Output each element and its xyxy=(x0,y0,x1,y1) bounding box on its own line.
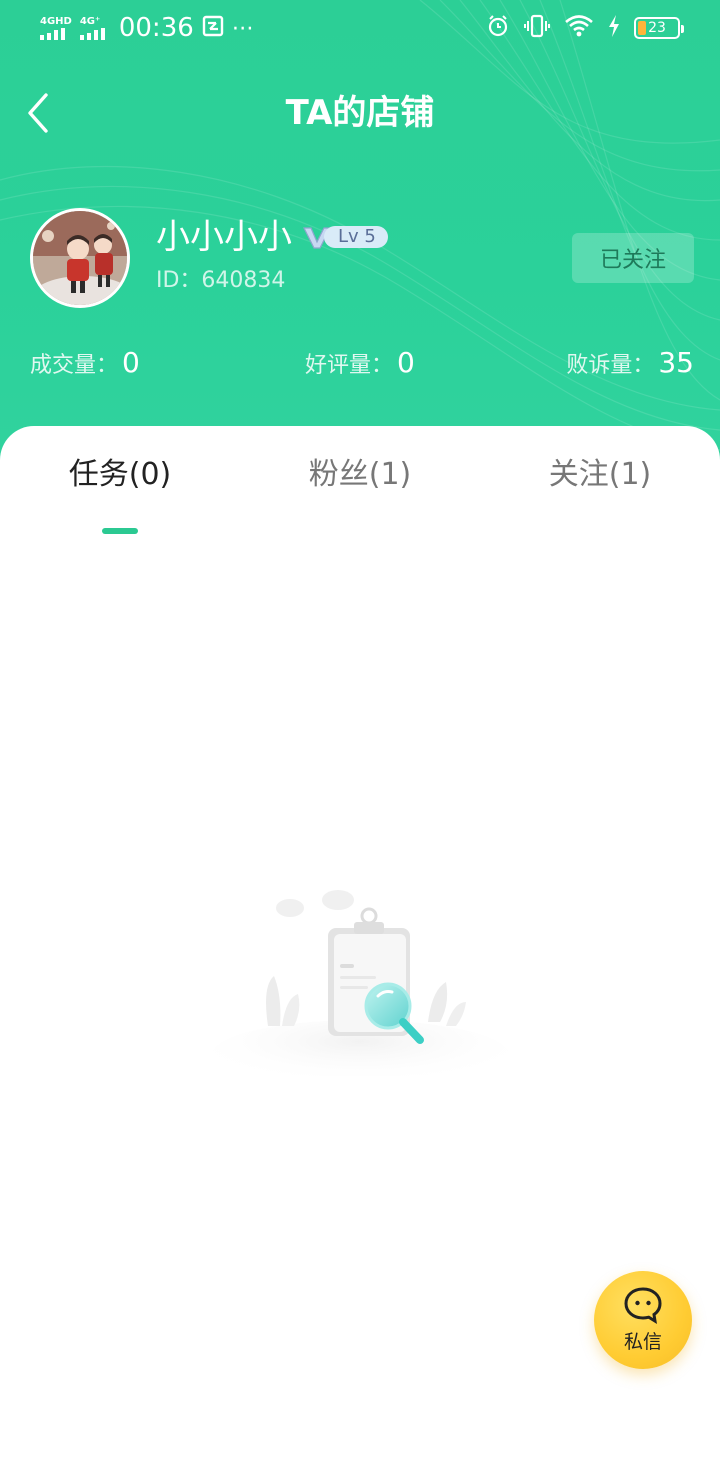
stat-good-reviews: 好评量： 0 xyxy=(305,346,415,379)
level-badge: Lv 5 xyxy=(302,224,388,250)
avatar[interactable] xyxy=(30,208,130,308)
status-time: 00:36 xyxy=(118,13,194,43)
tab-indicator xyxy=(102,528,138,534)
level-label: Lv 5 xyxy=(324,226,388,248)
alarm-icon xyxy=(486,14,510,42)
page-title: TA的店铺 xyxy=(285,93,435,133)
private-message-button[interactable]: 私信 xyxy=(594,1271,692,1369)
nav-bar: TA的店铺 xyxy=(0,80,720,146)
chat-bubble-icon xyxy=(624,1286,662,1324)
stat-value: 0 xyxy=(122,346,140,379)
stat-label: 成交量： xyxy=(30,353,119,378)
follow-button[interactable]: 已关注 xyxy=(572,233,694,283)
battery-level: 23 xyxy=(648,20,666,36)
stat-value: 35 xyxy=(658,346,694,379)
tab-fans[interactable]: 粉丝(1) xyxy=(240,446,480,504)
screenshot-icon xyxy=(202,15,224,41)
stat-label: 好评量： xyxy=(305,353,394,378)
tab-following[interactable]: 关注(1) xyxy=(480,446,720,504)
stat-deals: 成交量： 0 xyxy=(30,346,140,379)
battery-icon: 23 xyxy=(634,17,684,39)
stats-row: 成交量： 0 好评量： 0 败诉量： 35 xyxy=(30,346,694,388)
stat-value: 0 xyxy=(397,346,415,379)
user-name: 小小小小 xyxy=(156,217,292,257)
tab-tasks[interactable]: 任务(0) xyxy=(0,446,240,504)
cellular-signal-icon-2: 4G⁺ xyxy=(79,16,105,40)
vibrate-icon xyxy=(524,14,550,42)
cellular-signal-icon: 4GHD xyxy=(40,16,72,40)
stat-label: 败诉量： xyxy=(566,353,655,378)
empty-state-illustration xyxy=(210,886,510,1092)
charging-icon xyxy=(608,15,620,41)
wifi-icon xyxy=(564,14,594,42)
user-id: ID：640834 xyxy=(156,268,286,293)
private-message-label: 私信 xyxy=(623,1330,662,1353)
status-bar: 4GHD 4G⁺ 00:36 ⋯ 23 xyxy=(0,0,720,56)
stat-lost-disputes: 败诉量： 35 xyxy=(566,346,694,379)
tab-bar: 任务(0) 粉丝(1) 关注(1) xyxy=(0,446,720,534)
more-notifications-icon: ⋯ xyxy=(231,15,254,41)
